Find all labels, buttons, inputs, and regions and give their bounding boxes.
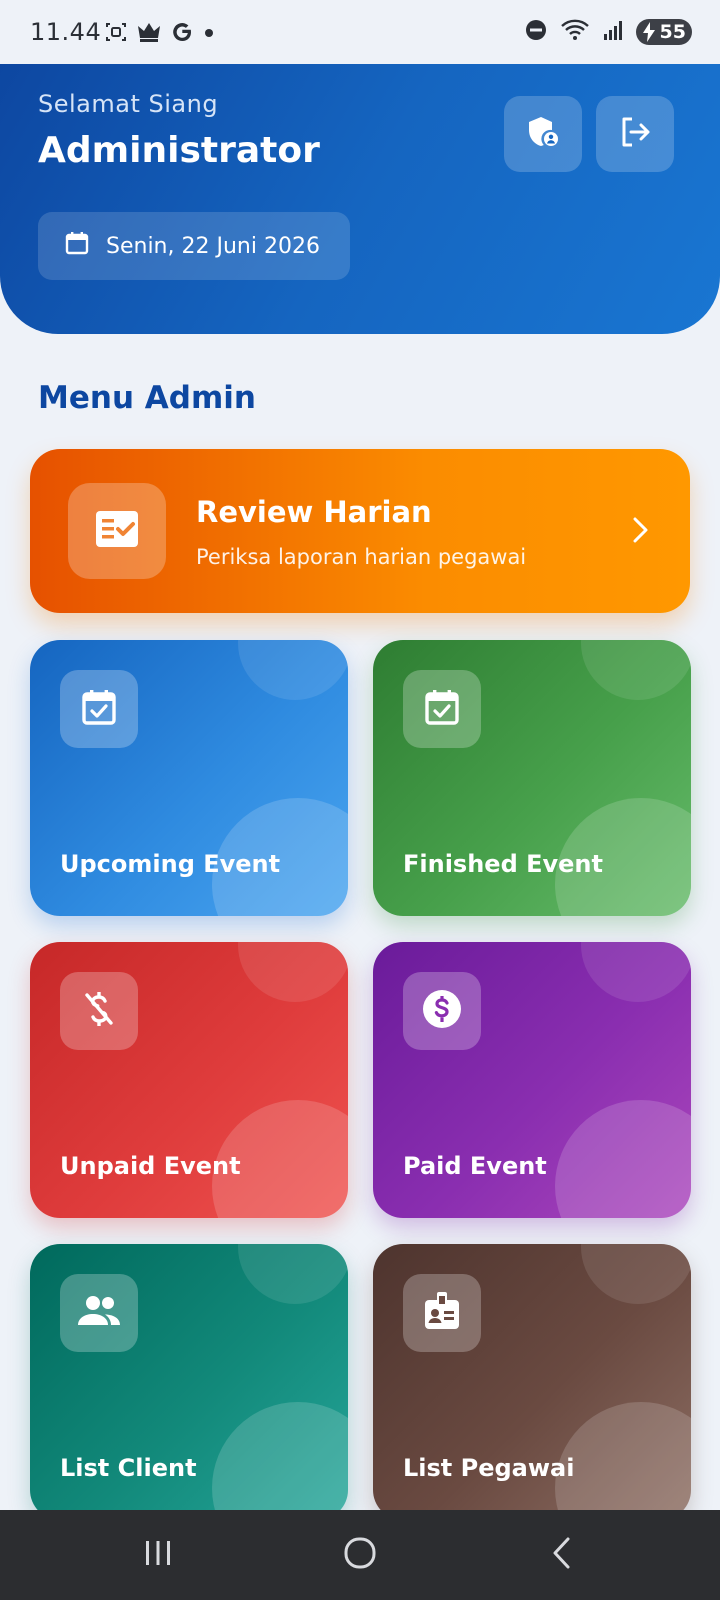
chevron-right-icon xyxy=(630,513,650,551)
menu-title: Menu Admin xyxy=(38,380,256,416)
tile-paid-event[interactable]: Paid Event xyxy=(373,942,691,1218)
tile-icon-box xyxy=(60,1274,138,1352)
tile-icon-box xyxy=(403,670,481,748)
user-name: Administrator xyxy=(38,130,320,171)
calendar-check-icon xyxy=(422,687,462,731)
crown-icon xyxy=(136,20,162,48)
people-icon xyxy=(75,1291,123,1335)
google-icon xyxy=(170,20,194,48)
admin-security-button[interactable] xyxy=(504,96,582,172)
tile-label: Unpaid Event xyxy=(60,1152,241,1180)
system-nav-bar xyxy=(0,1510,720,1600)
dollar-circle-icon xyxy=(421,988,463,1034)
tile-finished-event[interactable]: Finished Event xyxy=(373,640,691,916)
tile-upcoming-event[interactable]: Upcoming Event xyxy=(30,640,348,916)
recent-apps-button[interactable] xyxy=(128,1532,188,1578)
date-chip: Senin, 22 Juni 2026 xyxy=(38,212,350,280)
review-title: Review Harian xyxy=(196,495,432,529)
review-harian-card[interactable]: Review Harian Periksa laporan harian peg… xyxy=(30,449,690,613)
review-icon-box xyxy=(68,483,166,579)
money-off-icon xyxy=(79,989,119,1033)
decor-circle xyxy=(581,942,691,1002)
recent-apps-icon xyxy=(142,1538,174,1572)
dot-icon xyxy=(202,20,216,48)
calendar-icon xyxy=(64,230,90,262)
tile-icon-box xyxy=(60,972,138,1050)
decor-circle xyxy=(581,640,691,700)
notification-icons xyxy=(104,20,216,48)
logout-icon xyxy=(617,114,653,154)
greeting-text: Selamat Siang xyxy=(38,90,219,118)
do-not-disturb-icon xyxy=(524,18,548,46)
tile-label: Finished Event xyxy=(403,850,603,878)
status-time: 11.44 xyxy=(30,18,102,46)
wifi-icon xyxy=(560,18,590,46)
tile-list-client[interactable]: List Client xyxy=(30,1244,348,1520)
logout-button[interactable] xyxy=(596,96,674,172)
tile-label: Upcoming Event xyxy=(60,850,281,878)
current-date: Senin, 22 Juni 2026 xyxy=(106,233,320,259)
battery-icon: 55 xyxy=(636,19,692,45)
tile-icon-box xyxy=(60,670,138,748)
home-button[interactable] xyxy=(330,1532,390,1578)
signal-icon xyxy=(602,18,624,46)
decor-circle xyxy=(212,1402,348,1520)
status-bar: 11.44 55 xyxy=(0,0,720,64)
tile-label: List Client xyxy=(60,1454,197,1482)
system-icons: 55 xyxy=(524,18,692,46)
back-button[interactable] xyxy=(532,1532,592,1578)
decor-circle xyxy=(555,1402,691,1520)
header-banner: Selamat Siang Administrator Senin, 22 Ju… xyxy=(0,64,720,334)
decor-circle xyxy=(238,1244,348,1304)
tile-label: List Pegawai xyxy=(403,1454,575,1482)
admin-home-screen: 11.44 55 Selamat Siang Administrator Sen… xyxy=(0,0,720,1600)
decor-circle xyxy=(238,942,348,1002)
tile-list-pegawai[interactable]: List Pegawai xyxy=(373,1244,691,1520)
decor-circle xyxy=(581,1244,691,1304)
shield-user-icon xyxy=(525,114,561,154)
decor-circle xyxy=(238,640,348,700)
tile-icon-box xyxy=(403,972,481,1050)
screenshot-icon xyxy=(104,20,128,48)
decor-circle xyxy=(555,1100,691,1218)
back-icon xyxy=(548,1536,576,1574)
tile-icon-box xyxy=(403,1274,481,1352)
checklist-icon xyxy=(94,509,140,553)
calendar-check-icon xyxy=(79,687,119,731)
home-icon xyxy=(343,1536,377,1574)
tile-unpaid-event[interactable]: Unpaid Event xyxy=(30,942,348,1218)
tile-label: Paid Event xyxy=(403,1152,547,1180)
review-subtitle: Periksa laporan harian pegawai xyxy=(196,545,527,569)
badge-icon xyxy=(422,1290,462,1336)
battery-level: 55 xyxy=(659,21,686,43)
